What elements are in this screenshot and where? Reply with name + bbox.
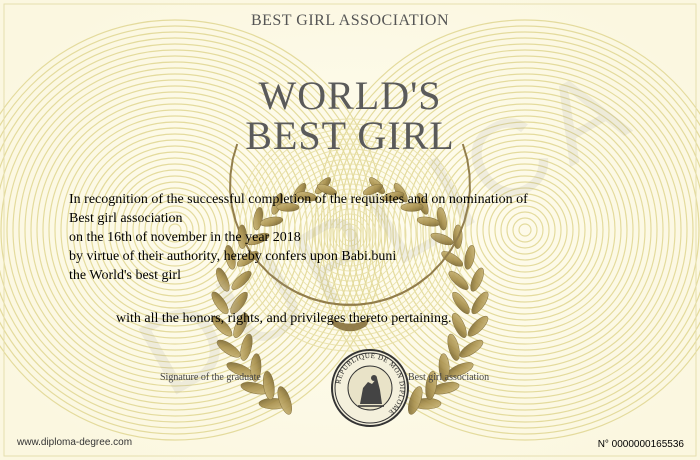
signature-graduate-label: Signature of the graduate <box>160 372 261 383</box>
body-line: on the 16th of november in the year 2018 <box>69 230 301 245</box>
title-line-1: WORLD'S <box>258 73 442 118</box>
certificate-page: DUPLICA BEST GIRL ASSOCIATION WORLD'S BE… <box>0 0 700 460</box>
body-line: In recognition of the successful complet… <box>69 192 528 207</box>
body-line: Best girl association <box>69 211 183 226</box>
certificate-title: WORLD'S BEST GIRL <box>0 76 700 156</box>
certificate-body: In recognition of the successful complet… <box>69 190 629 285</box>
signature-association-label: Best girl association <box>408 372 490 383</box>
website-url: www.diploma-degree.com <box>17 437 133 448</box>
title-line-2: BEST GIRL <box>245 113 455 158</box>
honors-line: with all the honors, rights, and privile… <box>116 311 452 326</box>
serial-number: N° 0000000165536 <box>597 439 684 450</box>
seal-icon: REPUBLIQUE DE MON DIPLOME <box>331 349 409 427</box>
body-line: by virtue of their authority, hereby con… <box>69 249 397 264</box>
organization-heading: BEST GIRL ASSOCIATION <box>250 12 450 29</box>
body-line: the World's best girl <box>69 268 181 283</box>
